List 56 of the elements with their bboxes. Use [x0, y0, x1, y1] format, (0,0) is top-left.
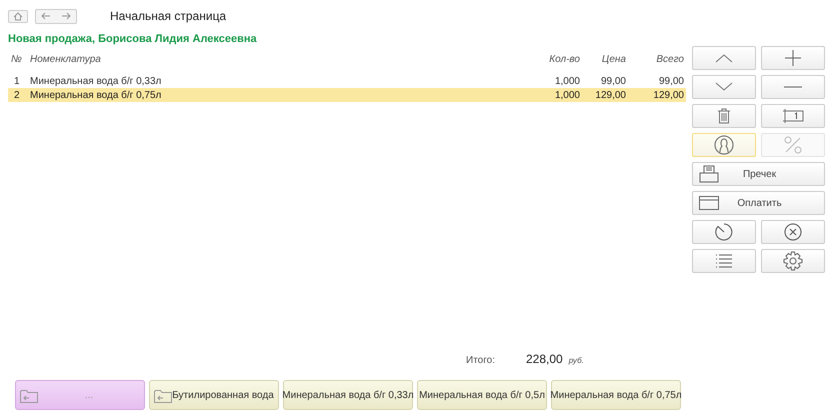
folder-icon [20, 389, 38, 403]
folder-icon [154, 389, 172, 403]
table-cell-text: 129,00 [652, 90, 684, 100]
home-icon [13, 12, 23, 20]
table-cell-text: 2 [13, 90, 21, 100]
document-title: Новая продажа, Борисова Лидия Алексеевна [8, 32, 258, 47]
table-row[interactable]: 2 Минеральная вода б/г 0,75л 1,000 129,00 129,00 [8, 88, 686, 102]
list-icon [715, 253, 733, 269]
card-icon [699, 196, 719, 210]
cancel-button[interactable] [761, 220, 825, 244]
total-label: Итого: [466, 355, 496, 366]
column-header: Кол-во [548, 54, 580, 64]
plus-icon [785, 50, 801, 66]
table-cell-text: 129,00 [594, 90, 626, 100]
column-header: Цена [600, 54, 626, 64]
printer-icon [699, 165, 719, 183]
quantity-button[interactable] [761, 104, 825, 128]
chevron-up-icon [715, 53, 733, 63]
trash-icon [717, 108, 731, 124]
quick-item-button[interactable]: Минеральная вода б/г 0,75л [551, 380, 681, 410]
delete-button[interactable] [692, 104, 756, 128]
timer-button[interactable] [692, 220, 756, 244]
column-header: Номенклатура [30, 54, 102, 64]
timer-icon [715, 223, 733, 241]
table-cell-text: Минеральная вода б/г 0,75л [30, 90, 162, 100]
home-button[interactable] [8, 10, 28, 22]
table-cell-text: 99,00 [658, 76, 684, 86]
percent-icon [784, 136, 802, 154]
table-row[interactable]: 1 Минеральная вода б/г 0,33л 1,000 99,00 99,00 [8, 74, 686, 88]
table-cell-text: 1 [13, 76, 21, 86]
table-cell-text: 1,000 [554, 76, 580, 86]
settings-icon [783, 251, 803, 271]
currency-label: руб. [568, 356, 584, 365]
close-circle-icon [784, 223, 802, 241]
forward-arrow-icon [61, 12, 71, 20]
user-icon [714, 135, 734, 155]
back-arrow-icon [41, 12, 51, 20]
quick-item-button[interactable]: Минеральная вода б/г 0,5л [417, 380, 547, 410]
table-cell-text: Минеральная вода б/г 0,33л [30, 76, 162, 86]
settings-button[interactable] [761, 249, 825, 273]
table-cell-text: 1,000 [554, 90, 580, 100]
table-cell-text: 99,00 [600, 76, 626, 86]
total-amount: 228,00 [526, 352, 563, 366]
add-button[interactable] [761, 46, 825, 70]
column-header: Всего [655, 54, 684, 64]
minus-icon [784, 86, 802, 88]
chevron-down-icon [715, 82, 733, 92]
pay-button[interactable]: Оплатить [692, 191, 825, 215]
quick-item-button[interactable]: Минеральная вода б/г 0,33л [283, 380, 413, 410]
precheck-button[interactable]: Пречек [692, 162, 825, 186]
list-button[interactable] [692, 249, 756, 273]
quick-item-button[interactable]: Бутилированная вода [149, 380, 279, 410]
customer-button[interactable] [692, 133, 756, 157]
quantity-box-icon [782, 108, 804, 124]
column-header: № [10, 54, 23, 64]
page-title: Начальная страница [110, 9, 226, 23]
